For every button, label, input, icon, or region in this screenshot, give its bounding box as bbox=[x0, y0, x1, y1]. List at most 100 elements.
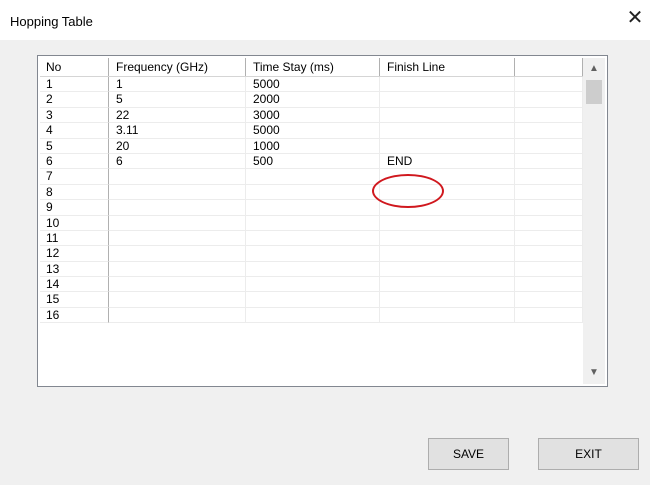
table-row[interactable]: 10 bbox=[40, 215, 583, 231]
cell-time-stay bbox=[246, 277, 380, 293]
cell-finish-line bbox=[380, 123, 515, 139]
cell-finish-line bbox=[380, 77, 515, 93]
table-row[interactable]: 3 22 3000 bbox=[40, 107, 583, 124]
cell-time-stay bbox=[246, 200, 380, 216]
cell-finish-line bbox=[380, 184, 515, 201]
table-row[interactable]: 13 bbox=[40, 261, 583, 278]
cell-finish-line bbox=[380, 200, 515, 216]
cell-finish-line bbox=[380, 138, 515, 154]
column-header-time-stay[interactable]: Time Stay (ms) bbox=[246, 58, 380, 76]
table-row[interactable]: 2 5 2000 bbox=[40, 92, 583, 108]
cell-frequency: 6 bbox=[109, 153, 246, 170]
cell-frequency: 20 bbox=[109, 138, 246, 154]
cell-time-stay bbox=[246, 169, 380, 185]
scroll-up-icon[interactable]: ▲ bbox=[583, 58, 605, 80]
cell-finish-line bbox=[380, 230, 515, 247]
cell-extra bbox=[515, 200, 583, 216]
cell-time-stay bbox=[246, 215, 380, 231]
cell-no: 12 bbox=[40, 246, 109, 262]
table-row[interactable]: 4 3.11 5000 bbox=[40, 123, 583, 139]
cell-frequency bbox=[109, 215, 246, 231]
cell-time-stay bbox=[246, 292, 380, 308]
close-icon[interactable]: ✕ bbox=[620, 5, 650, 31]
cell-no: 11 bbox=[40, 230, 109, 247]
cell-frequency: 1 bbox=[109, 77, 246, 93]
hopping-table-list[interactable]: No Frequency (GHz) Time Stay (ms) Finish… bbox=[37, 55, 608, 387]
cell-finish-line bbox=[380, 261, 515, 278]
cell-time-stay bbox=[246, 307, 380, 324]
cell-finish-line: END bbox=[380, 153, 515, 170]
cell-extra bbox=[515, 277, 583, 293]
table-row[interactable]: 14 bbox=[40, 277, 583, 293]
cell-finish-line bbox=[380, 92, 515, 108]
cell-time-stay bbox=[246, 230, 380, 247]
table-header: No Frequency (GHz) Time Stay (ms) Finish… bbox=[40, 58, 583, 77]
cell-no: 15 bbox=[40, 292, 109, 308]
cell-no: 14 bbox=[40, 277, 109, 293]
table-row[interactable]: 9 bbox=[40, 200, 583, 216]
cell-extra bbox=[515, 215, 583, 231]
vertical-scrollbar[interactable]: ▲ ▼ bbox=[583, 58, 605, 384]
cell-extra bbox=[515, 261, 583, 278]
cell-finish-line bbox=[380, 292, 515, 308]
cell-finish-line bbox=[380, 215, 515, 231]
cell-finish-line bbox=[380, 307, 515, 324]
cell-time-stay bbox=[246, 246, 380, 262]
cell-time-stay: 1000 bbox=[246, 138, 380, 154]
save-button[interactable]: SAVE bbox=[428, 438, 509, 470]
cell-time-stay: 3000 bbox=[246, 107, 380, 124]
cell-finish-line bbox=[380, 169, 515, 185]
cell-time-stay: 500 bbox=[246, 153, 380, 170]
cell-frequency bbox=[109, 277, 246, 293]
cell-no: 16 bbox=[40, 307, 109, 324]
scroll-down-icon[interactable]: ▼ bbox=[583, 362, 605, 384]
table-row[interactable]: 5 20 1000 bbox=[40, 138, 583, 154]
cell-finish-line bbox=[380, 107, 515, 124]
column-header-extra[interactable] bbox=[515, 58, 583, 76]
column-header-no[interactable]: No bbox=[40, 58, 109, 76]
cell-frequency bbox=[109, 184, 246, 201]
cell-finish-line bbox=[380, 246, 515, 262]
cell-frequency: 3.11 bbox=[109, 123, 246, 139]
cell-extra bbox=[515, 123, 583, 139]
cell-time-stay: 2000 bbox=[246, 92, 380, 108]
cell-no: 8 bbox=[40, 184, 109, 201]
table-body: 1 1 5000 2 5 2000 3 22 3000 4 3.11 5000 5 20 1000 6 6 500… bbox=[40, 77, 583, 324]
exit-button[interactable]: EXIT bbox=[538, 438, 639, 470]
table-row[interactable]: 16 bbox=[40, 307, 583, 324]
cell-extra bbox=[515, 230, 583, 247]
cell-frequency bbox=[109, 307, 246, 324]
column-header-frequency[interactable]: Frequency (GHz) bbox=[109, 58, 246, 76]
table-row[interactable]: 8 bbox=[40, 184, 583, 201]
cell-no: 10 bbox=[40, 215, 109, 231]
cell-frequency bbox=[109, 230, 246, 247]
cell-extra bbox=[515, 153, 583, 170]
cell-frequency bbox=[109, 200, 246, 216]
table-row[interactable]: 7 bbox=[40, 169, 583, 185]
cell-no: 5 bbox=[40, 138, 109, 154]
window-title: Hopping Table bbox=[10, 14, 93, 29]
cell-extra bbox=[515, 292, 583, 308]
cell-extra bbox=[515, 138, 583, 154]
cell-no: 3 bbox=[40, 107, 109, 124]
table-row[interactable]: 6 6 500 END bbox=[40, 153, 583, 170]
cell-time-stay bbox=[246, 184, 380, 201]
cell-time-stay: 5000 bbox=[246, 77, 380, 93]
table-row[interactable]: 11 bbox=[40, 230, 583, 247]
cell-no: 13 bbox=[40, 261, 109, 278]
cell-frequency: 22 bbox=[109, 107, 246, 124]
cell-extra bbox=[515, 77, 583, 93]
column-header-finish-line[interactable]: Finish Line bbox=[380, 58, 515, 76]
cell-time-stay bbox=[246, 261, 380, 278]
table-row[interactable]: 12 bbox=[40, 246, 583, 262]
cell-extra bbox=[515, 184, 583, 201]
cell-extra bbox=[515, 107, 583, 124]
table-grid: No Frequency (GHz) Time Stay (ms) Finish… bbox=[40, 58, 583, 384]
title-bar: Hopping Table ✕ bbox=[0, 0, 650, 40]
scroll-thumb[interactable] bbox=[586, 80, 602, 104]
table-row[interactable]: 15 bbox=[40, 292, 583, 308]
cell-no: 6 bbox=[40, 153, 109, 170]
cell-finish-line bbox=[380, 277, 515, 293]
table-row[interactable]: 1 1 5000 bbox=[40, 77, 583, 93]
cell-frequency: 5 bbox=[109, 92, 246, 108]
